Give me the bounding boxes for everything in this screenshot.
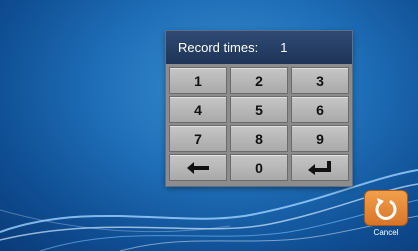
cancel-label: Cancel [373,228,399,237]
screen: Record times: 1 1 2 3 4 5 6 7 8 9 0 Canc… [0,0,418,251]
dialog-header: Record times: 1 [166,31,352,64]
record-times-value: 1 [280,40,288,55]
key-5[interactable]: 5 [230,96,288,123]
key-7[interactable]: 7 [169,125,227,152]
key-9[interactable]: 9 [291,125,349,152]
record-times-dialog: Record times: 1 1 2 3 4 5 6 7 8 9 0 [166,31,352,186]
key-4[interactable]: 4 [169,96,227,123]
cancel-button[interactable]: Cancel [364,190,408,237]
key-2[interactable]: 2 [230,67,288,94]
enter-key[interactable] [291,154,349,181]
cancel-icon-button[interactable] [364,190,408,226]
key-1[interactable]: 1 [169,67,227,94]
key-0[interactable]: 0 [230,154,288,181]
record-times-label: Record times: [178,40,259,55]
enter-return-icon [308,160,331,175]
key-6[interactable]: 6 [291,96,349,123]
key-8[interactable]: 8 [230,125,288,152]
numeric-keypad: 1 2 3 4 5 6 7 8 9 0 [169,67,349,183]
arrow-left-icon [187,161,209,174]
key-3[interactable]: 3 [291,67,349,94]
undo-icon [375,198,397,220]
backspace-key[interactable] [169,154,227,181]
